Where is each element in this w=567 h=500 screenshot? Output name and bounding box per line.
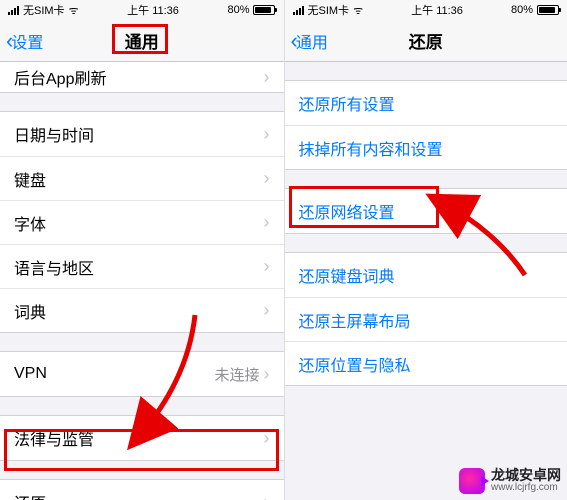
row-label: 语言与地区: [14, 255, 94, 279]
back-label: 设置: [11, 29, 43, 53]
page-title: 通用: [125, 28, 159, 53]
carrier-text: 无SIM卡: [23, 2, 65, 18]
battery-pct: 80%: [511, 4, 533, 16]
row-label: 词典: [14, 299, 46, 323]
battery-icon: [537, 5, 559, 15]
row-label: 还原主屏幕布局: [299, 308, 411, 332]
signal-icon: [293, 6, 304, 15]
screen-general: 无SIM卡 ᯤ 上午 11:36 80% ‹ 设置 通用 后台App刷新 › 日…: [0, 0, 284, 500]
group-cutoff: 后台App刷新 ›: [0, 62, 284, 93]
nav-bar: ‹ 通用 还原: [285, 20, 567, 62]
row-background-app-refresh[interactable]: 后台App刷新 ›: [0, 62, 284, 92]
signal-icon: [8, 6, 19, 15]
row-label: 还原所有设置: [299, 91, 395, 115]
row-language-region[interactable]: 语言与地区 ›: [0, 244, 284, 288]
status-bar: 无SIM卡 ᯤ 上午 11:36 80%: [0, 0, 284, 20]
row-label: 抹掉所有内容和设置: [299, 136, 443, 160]
wifi-icon: ᯤ: [69, 3, 79, 18]
group-reset: 还原› 关机: [0, 479, 284, 500]
row-reset[interactable]: 还原 ›: [0, 480, 284, 500]
row-keyboard[interactable]: 键盘 ›: [0, 156, 284, 200]
group-vpn: VPN 未连接 ›: [0, 351, 284, 397]
chevron-right-icon: ›: [264, 428, 270, 449]
screen-reset: 无SIM卡 ᯤ 上午 11:36 80% ‹ 通用 还原 还原所有设置 抹掉所有…: [284, 0, 567, 500]
row-dictionary[interactable]: 词典 ›: [0, 288, 284, 332]
status-time: 上午 11:36: [411, 2, 463, 18]
group-reset-misc: 还原键盘词典 还原主屏幕布局 还原位置与隐私: [285, 252, 567, 386]
row-label: 键盘: [14, 167, 46, 191]
group-reset-network: 还原网络设置: [285, 188, 567, 234]
row-label: 后台App刷新: [14, 65, 106, 89]
row-reset-location-privacy[interactable]: 还原位置与隐私: [285, 341, 567, 385]
vpn-status: 未连接: [214, 367, 259, 384]
chevron-right-icon: ›: [264, 212, 270, 233]
back-button[interactable]: ‹ 通用: [291, 29, 328, 53]
chevron-right-icon: ›: [264, 67, 270, 88]
row-erase-all[interactable]: 抹掉所有内容和设置: [285, 125, 567, 169]
row-vpn[interactable]: VPN 未连接 ›: [0, 352, 284, 396]
page-title: 还原: [409, 28, 443, 53]
wifi-icon: ᯤ: [353, 3, 363, 18]
status-time: 上午 11:36: [127, 2, 179, 18]
row-label: 日期与时间: [14, 122, 94, 146]
battery-pct: 80%: [227, 4, 249, 16]
status-bar: 无SIM卡 ᯤ 上午 11:36 80%: [285, 0, 567, 20]
nav-bar: ‹ 设置 通用: [0, 20, 284, 62]
battery-icon: [253, 5, 275, 15]
row-label: 还原键盘词典: [299, 263, 395, 287]
back-label: 通用: [296, 29, 328, 53]
back-button[interactable]: ‹ 设置: [6, 29, 43, 53]
row-fonts[interactable]: 字体 ›: [0, 200, 284, 244]
row-reset-keyboard-dict[interactable]: 还原键盘词典: [285, 253, 567, 297]
row-label: VPN: [14, 365, 47, 383]
watermark: 龙城安卓网 www.lcjrfg.com: [459, 468, 561, 494]
row-label: 法律与监管: [14, 426, 94, 450]
group-locale: 日期与时间 › 键盘 › 字体 › 语言与地区 › 词典 ›: [0, 111, 284, 333]
group-reset-all: 还原所有设置 抹掉所有内容和设置: [285, 80, 567, 170]
chevron-right-icon: ›: [264, 300, 270, 321]
row-legal[interactable]: 法律与监管 ›: [0, 416, 284, 460]
row-label: 还原网络设置: [299, 199, 395, 223]
chevron-right-icon: ›: [264, 124, 270, 145]
row-reset-network[interactable]: 还原网络设置: [285, 189, 567, 233]
row-date-time[interactable]: 日期与时间 ›: [0, 112, 284, 156]
group-legal: 法律与监管 ›: [0, 415, 284, 461]
row-label: 还原: [14, 490, 46, 500]
watermark-url: www.lcjrfg.com: [491, 483, 561, 494]
watermark-logo-icon: [459, 468, 485, 494]
carrier-text: 无SIM卡: [308, 2, 350, 18]
row-reset-all-settings[interactable]: 还原所有设置: [285, 81, 567, 125]
chevron-right-icon: ›: [264, 256, 270, 277]
row-label: 还原位置与隐私: [299, 352, 411, 376]
chevron-right-icon: ›: [264, 492, 270, 500]
chevron-right-icon: ›: [264, 364, 270, 384]
row-label: 字体: [14, 211, 46, 235]
row-reset-home-layout[interactable]: 还原主屏幕布局: [285, 297, 567, 341]
chevron-right-icon: ›: [264, 168, 270, 189]
watermark-name: 龙城安卓网: [491, 468, 561, 483]
